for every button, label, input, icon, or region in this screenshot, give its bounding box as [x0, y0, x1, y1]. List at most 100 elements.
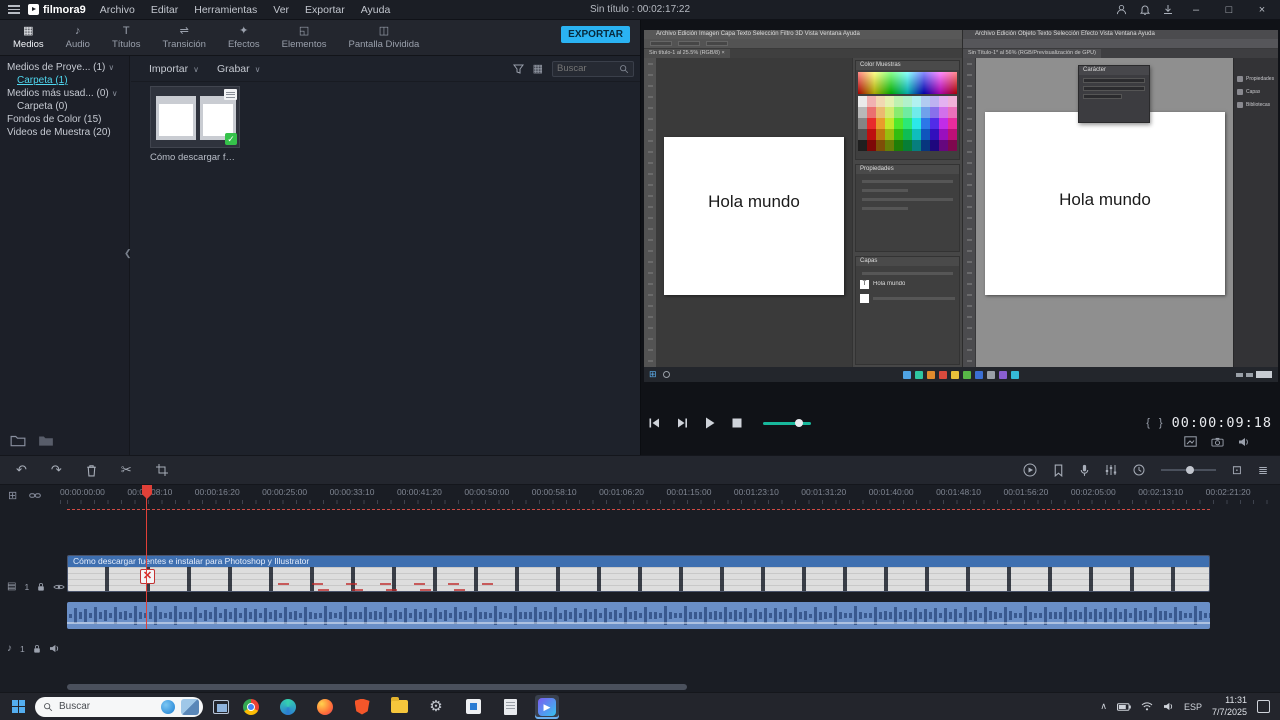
taskbar-app-edge[interactable]: [276, 695, 300, 719]
taskbar-app-firefox[interactable]: [313, 695, 337, 719]
speaker-icon[interactable]: [49, 644, 60, 653]
mark-in-icon[interactable]: {: [1146, 417, 1150, 429]
audio-clip[interactable]: [67, 602, 1210, 629]
next-frame-button[interactable]: [677, 418, 688, 428]
battery-icon[interactable]: [1116, 702, 1131, 711]
sidebar-item-folder-0[interactable]: Carpeta (0): [0, 100, 129, 113]
media-item-thumbnail[interactable]: ✓: [150, 86, 240, 148]
language-indicator[interactable]: ESP: [1184, 702, 1202, 712]
start-button[interactable]: [12, 700, 25, 713]
taskbar-app-explorer[interactable]: [387, 695, 411, 719]
taskbar-search-box[interactable]: Buscar: [35, 696, 203, 717]
wifi-icon[interactable]: [1141, 702, 1153, 711]
lock-icon[interactable]: [33, 644, 41, 654]
taskbar-app-document[interactable]: [498, 695, 522, 719]
taskbar-clock[interactable]: 11:31 7/7/2025: [1212, 695, 1247, 718]
eye-icon[interactable]: [53, 583, 65, 591]
close-button[interactable]: ×: [1252, 4, 1272, 16]
tray-chevron-up-icon[interactable]: ∧: [1100, 701, 1107, 712]
media-item[interactable]: ✓ Cómo descargar fuente...: [150, 86, 240, 163]
taskbar-app-chrome[interactable]: [239, 695, 263, 719]
undo-icon[interactable]: ↶: [16, 462, 27, 478]
media-search-input[interactable]: [557, 63, 619, 74]
taskbar-app-settings[interactable]: ⚙: [424, 695, 448, 719]
taskbar-app-filmora[interactable]: ▶: [535, 694, 559, 719]
volume-icon[interactable]: [1238, 437, 1250, 447]
resource-tab[interactable]: ✦ Efectos: [217, 25, 271, 50]
audio-track-icon[interactable]: ♪: [7, 643, 12, 654]
video-clip[interactable]: Cómo descargar fuentes e instalar para P…: [67, 555, 1210, 592]
playback-speed-slider[interactable]: [763, 418, 811, 427]
resource-tab[interactable]: ⇌ Transición: [151, 25, 216, 50]
menu-item[interactable]: Ayuda: [361, 4, 391, 16]
open-folder-icon[interactable]: [38, 434, 54, 447]
slider-knob[interactable]: [794, 418, 803, 427]
duration-clock-icon[interactable]: [1133, 464, 1145, 476]
resource-tab[interactable]: ◱ Elementos: [271, 25, 338, 50]
export-button[interactable]: EXPORTAR: [561, 26, 630, 43]
download-update-icon[interactable]: [1163, 4, 1173, 15]
menu-item[interactable]: Herramientas: [194, 4, 257, 16]
minimize-button[interactable]: –: [1186, 4, 1206, 16]
resource-tab[interactable]: ◫ Pantalla Dividida: [338, 25, 431, 50]
taskbar-app-brave[interactable]: [350, 695, 374, 719]
render-preview-icon[interactable]: [1023, 463, 1037, 477]
account-icon[interactable]: [1116, 4, 1127, 15]
tab-icon: T: [122, 24, 130, 37]
playhead-line[interactable]: [146, 485, 147, 629]
previous-edit-point-button[interactable]: [649, 418, 660, 428]
menu-item[interactable]: Exportar: [305, 4, 345, 16]
import-dropdown[interactable]: Importar ∨: [149, 63, 199, 75]
marker-icon[interactable]: [1053, 464, 1064, 477]
play-button[interactable]: [705, 417, 715, 429]
collapse-panel-chevron[interactable]: ❮: [124, 248, 132, 259]
zoom-knob[interactable]: [1185, 466, 1194, 474]
sidebar-item-sample-videos[interactable]: Videos de Muestra (20): [0, 126, 129, 139]
link-clips-icon[interactable]: [29, 491, 42, 500]
zoom-to-fit-icon[interactable]: ⊡: [1232, 463, 1242, 477]
video-ps-swatches-panel: Color Muestras: [855, 60, 960, 160]
grid-view-icon[interactable]: ▦: [533, 62, 543, 75]
snapshot-camera-icon[interactable]: [1211, 437, 1224, 447]
split-scissors-icon[interactable]: ✂: [121, 462, 132, 478]
sidebar-item-project-media[interactable]: Medios de Proye... (1) ∨: [0, 61, 129, 74]
stop-button[interactable]: [732, 418, 742, 428]
manage-tracks-icon[interactable]: ⊞: [8, 489, 17, 502]
menu-item[interactable]: Archivo: [100, 4, 135, 16]
resource-tab[interactable]: ▦ Medios: [2, 25, 55, 50]
sidebar-item-folder-1[interactable]: Carpeta (1): [0, 74, 129, 87]
resource-tab[interactable]: ♪ Audio: [55, 25, 101, 50]
action-center-icon[interactable]: [1257, 700, 1270, 713]
mixer-icon[interactable]: [1105, 464, 1117, 476]
redo-icon[interactable]: ↷: [51, 462, 62, 478]
filter-icon[interactable]: [512, 64, 524, 74]
sidebar-item-most-used[interactable]: Medios más usad... (0) ∨: [0, 87, 129, 100]
notifications-bell-icon[interactable]: [1140, 4, 1150, 15]
lock-icon[interactable]: [37, 582, 45, 592]
timeline-zoom-slider[interactable]: [1160, 466, 1216, 474]
sidebar-item-color-backgrounds[interactable]: Fondos de Color (15): [0, 113, 129, 126]
mark-out-icon[interactable]: }: [1159, 417, 1163, 429]
record-dropdown[interactable]: Grabar ∨: [217, 63, 261, 75]
timeline-scrollbar[interactable]: [67, 684, 687, 690]
maximize-button[interactable]: □: [1219, 4, 1239, 16]
crop-icon[interactable]: [155, 464, 168, 476]
task-view-button[interactable]: [213, 699, 229, 714]
new-folder-icon[interactable]: [10, 434, 26, 447]
taskbar-app-store[interactable]: [461, 695, 485, 719]
delete-icon[interactable]: [86, 464, 97, 477]
video-ps-canvas: Hola mundo: [657, 58, 852, 367]
clip-edit-x-marker[interactable]: ✕: [140, 569, 155, 584]
display-ratio-icon[interactable]: [1184, 436, 1197, 447]
menu-item[interactable]: Ver: [273, 4, 289, 16]
resource-tab[interactable]: T Títulos: [101, 24, 152, 50]
voiceover-mic-icon[interactable]: [1080, 464, 1089, 477]
hamburger-menu-icon[interactable]: [8, 5, 20, 14]
menu-item[interactable]: Editar: [151, 4, 178, 16]
media-search-box[interactable]: [552, 60, 634, 77]
volume-icon[interactable]: [1163, 702, 1174, 711]
track-options-icon[interactable]: ≣: [1258, 463, 1268, 477]
video-track-icon[interactable]: ▤: [7, 581, 16, 592]
timeline-toolbar: ↶ ↷ ✂ ⊡ ≣: [0, 455, 1280, 485]
preview-video-frame[interactable]: Archivo Edición Imagen Capa Texto Selecc…: [644, 30, 1278, 382]
